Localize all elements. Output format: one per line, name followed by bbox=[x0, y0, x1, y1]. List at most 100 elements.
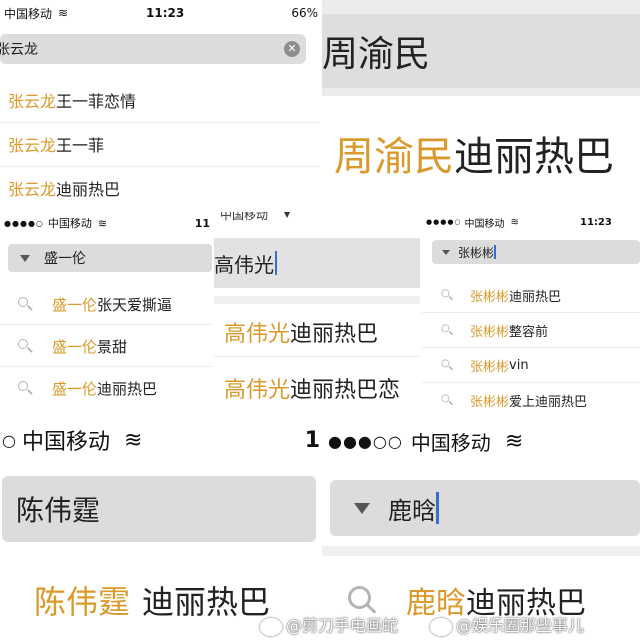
suggestion-rest: 迪丽热巴 bbox=[290, 322, 379, 347]
suggestion-rest: 爱上迪丽热巴 bbox=[509, 394, 588, 410]
suggestion-item[interactable]: 周渝民 迪丽热巴 bbox=[322, 96, 640, 210]
search-icon bbox=[441, 359, 452, 370]
clear-search-icon[interactable]: ✕ bbox=[284, 41, 300, 57]
text-caret bbox=[436, 492, 439, 524]
suggestion-rest: 整容前 bbox=[509, 324, 549, 340]
dropdown-triangle-icon bbox=[442, 249, 450, 255]
status-bar: ●●●●○ 中国移动 ≋ 11:23 bbox=[422, 212, 640, 232]
suggestion-item[interactable]: 盛一伦 迪丽热巴 bbox=[0, 368, 212, 408]
search-icon bbox=[348, 586, 376, 614]
status-bar: ●●●●○ 中国移动 ≋ 11 bbox=[0, 214, 212, 232]
suggestion-item[interactable]: 盛一伦 张天爱撕逼 bbox=[0, 284, 212, 325]
suggestion-item[interactable]: 张彬彬 爱上迪丽热巴 bbox=[422, 383, 640, 416]
suggestion-highlight: 高伟光 bbox=[224, 322, 291, 347]
suggestion-highlight: 高伟光 bbox=[224, 378, 291, 403]
suggestion-highlight: 陈伟霆 bbox=[34, 583, 131, 621]
suggestion-rest: vin bbox=[509, 357, 529, 373]
wifi-icon: ≋ bbox=[58, 6, 69, 20]
text-caret bbox=[275, 251, 277, 275]
divider bbox=[322, 546, 640, 556]
search-input[interactable]: 周渝民 bbox=[322, 14, 640, 88]
signal-icon: ●●●○○ bbox=[328, 431, 403, 451]
panel-shengyilun: ●●●●○ 中国移动 ≋ 11 盛一伦 盛一伦 张天爱撕逼 盛一伦 景甜 盛一伦 迪丽… bbox=[0, 212, 212, 408]
suggestion-rest: 迪丽热巴恋 bbox=[290, 378, 401, 403]
search-input[interactable]: 张云龙 ✕ bbox=[0, 34, 306, 64]
suggestion-highlight: 周渝民 bbox=[334, 134, 454, 180]
carrier-label: 中国移动 bbox=[4, 6, 53, 21]
carrier-label: 中国移动 bbox=[410, 430, 491, 455]
suggestion-rest: 张天爱撕逼 bbox=[97, 295, 173, 314]
search-icon bbox=[441, 324, 452, 335]
suggestion-rest: 迪丽热巴 bbox=[56, 180, 121, 199]
search-input[interactable]: 陈伟霆 bbox=[2, 476, 316, 542]
watermark-left-text: @剪刀手电画蛇 bbox=[286, 616, 399, 635]
search-value: 陈伟霆 bbox=[16, 494, 101, 527]
status-bar: ●●●○○ 中国移动 ≋ bbox=[322, 424, 640, 458]
wifi-icon: ≋ bbox=[504, 428, 524, 454]
panel-zhangbinbin: ●●●●○ 中国移动 ≋ 11:23 张彬彬 张彬彬 迪丽热巴 张彬彬 整容前 张彬… bbox=[422, 212, 640, 416]
carrier-label: 中国移动 bbox=[220, 212, 269, 222]
suggestion-highlight: 张云龙 bbox=[8, 180, 57, 199]
suggestion-item[interactable]: 张云龙 王一菲 bbox=[0, 122, 320, 167]
search-value: 鹿晗 bbox=[388, 496, 436, 525]
panel-zhangyunlong: 中国移动 ≋ 11:23 66% 张云龙 ✕ 张云龙 王一菲恋情 张云龙 王一菲 张… bbox=[0, 0, 320, 210]
status-bar: 中国移动 ≋ 11:23 66% bbox=[0, 2, 320, 24]
suggestion-highlight: 盛一伦 bbox=[52, 379, 98, 398]
search-value: 张云龙 bbox=[0, 42, 38, 58]
divider bbox=[214, 296, 420, 304]
suggestion-rest: 迪丽热巴 bbox=[454, 134, 614, 180]
watermark-left: @剪刀手电画蛇 bbox=[260, 612, 398, 636]
panel-luhan: ●●●○○ 中国移动 ≋ 鹿晗 鹿晗 迪丽热巴 bbox=[322, 418, 640, 640]
search-input[interactable]: 张彬彬 bbox=[432, 240, 640, 264]
suggestion-item[interactable]: 张彬彬 迪丽热巴 bbox=[422, 278, 640, 313]
wifi-icon: ≋ bbox=[510, 216, 519, 228]
suggestion-item[interactable]: 张云龙 王一菲恋情 bbox=[0, 78, 320, 123]
search-icon bbox=[441, 289, 452, 300]
battery-label: 66% bbox=[291, 6, 318, 20]
suggestion-highlight: 张彬彬 bbox=[470, 394, 510, 410]
panel-chenweiting: ○ 中国移动 ≋ 1 陈伟霆 陈伟霆 迪丽热巴 bbox=[0, 418, 320, 640]
suggestion-item[interactable]: 张彬彬 vin bbox=[422, 348, 640, 383]
search-input[interactable]: 盛一伦 bbox=[8, 244, 212, 272]
wifi-icon: ≋ bbox=[97, 216, 108, 230]
dropdown-triangle-icon bbox=[354, 502, 370, 514]
suggestion-item[interactable]: 张彬彬 整容前 bbox=[422, 313, 640, 348]
suggestion-item[interactable]: 高伟光 迪丽热巴 bbox=[214, 308, 420, 357]
text-caret bbox=[494, 245, 497, 259]
status-bar: 中国移动 ▼ bbox=[214, 212, 420, 222]
carrier-label: 中国移动 bbox=[464, 218, 505, 230]
signal-icon: ○ bbox=[2, 430, 16, 450]
search-value: 张彬彬 bbox=[458, 245, 495, 260]
suggestion-highlight: 盛一伦 bbox=[52, 295, 98, 314]
search-input[interactable]: 高伟光 bbox=[214, 238, 420, 288]
suggestion-rest: 景甜 bbox=[97, 337, 128, 356]
panel-zhouyumin: 周渝民 周渝民 迪丽热巴 bbox=[322, 0, 640, 210]
suggestion-item[interactable]: 高伟光 迪丽热巴恋 bbox=[214, 366, 420, 408]
signal-icon: ●●●●○ bbox=[426, 218, 462, 226]
suggestion-rest: 王一菲恋情 bbox=[56, 92, 137, 111]
suggestion-highlight: 张彬彬 bbox=[470, 289, 510, 305]
suggestion-item[interactable]: 盛一伦 景甜 bbox=[0, 326, 212, 367]
suggestion-highlight: 盛一伦 bbox=[52, 337, 98, 356]
search-input[interactable]: 鹿晗 bbox=[330, 480, 640, 536]
carrier-label: 中国移动 bbox=[21, 430, 110, 455]
suggestion-rest: 王一菲 bbox=[56, 136, 105, 155]
suggestion-rest: 迪丽热巴 bbox=[142, 583, 271, 621]
dropdown-triangle-icon bbox=[20, 254, 30, 262]
search-icon bbox=[18, 381, 32, 395]
search-icon bbox=[18, 339, 32, 353]
clock-label: 11:23 bbox=[580, 216, 612, 228]
panel-gaoweiguang: 中国移动 ▼ 高伟光 高伟光 迪丽热巴 高伟光 迪丽热巴恋 bbox=[214, 212, 420, 408]
suggestion-item[interactable]: 张云龙 迪丽热巴 bbox=[0, 166, 320, 210]
clock-label: 1 bbox=[304, 427, 320, 453]
watermark-right: @娱乐圈那些事儿 bbox=[430, 612, 584, 636]
suggestion-rest: 迪丽热巴 bbox=[509, 289, 562, 305]
signal-arrow-icon: ▼ bbox=[284, 212, 291, 219]
search-value: 周渝民 bbox=[322, 34, 431, 75]
suggestion-highlight: 张云龙 bbox=[8, 136, 57, 155]
search-icon bbox=[18, 297, 32, 311]
search-icon bbox=[441, 394, 452, 405]
watermark-right-text: @娱乐圈那些事儿 bbox=[456, 616, 585, 635]
signal-icon: ●●●●○ bbox=[4, 218, 44, 228]
wifi-icon: ≋ bbox=[123, 427, 143, 453]
